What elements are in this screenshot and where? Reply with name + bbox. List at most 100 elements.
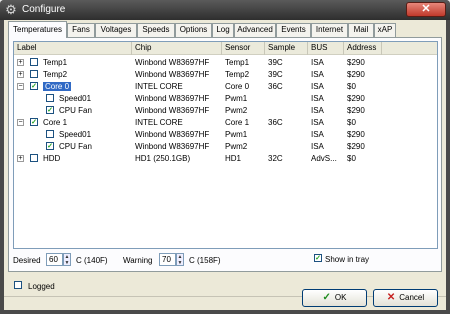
column-header-chip[interactable]: Chip	[132, 42, 222, 55]
table-row[interactable]: Speed01 Winbond W83697HF Pwm1 ISA $290	[14, 93, 437, 104]
cell-sensor: Temp1	[225, 58, 250, 67]
desired-unit: C (140F)	[76, 256, 108, 265]
row-checkbox[interactable]: ✓	[46, 142, 54, 150]
title-bar[interactable]: ⚙ Configure ✕	[0, 0, 450, 20]
gear-icon: ⚙	[5, 2, 17, 17]
row-checkbox[interactable]: ✓	[30, 82, 38, 90]
cell-sample: 36C	[268, 118, 283, 127]
ok-label: OK	[334, 293, 347, 302]
cell-sample: 39C	[268, 58, 283, 67]
sensor-list[interactable]: Label Chip Sensor Sample BUS Address + Te…	[13, 41, 438, 249]
column-header-bus[interactable]: BUS	[308, 42, 344, 55]
window-title: Configure	[22, 4, 66, 15]
desired-input[interactable]: 60	[46, 253, 63, 266]
tab-xap[interactable]: xAP	[374, 23, 396, 37]
row-checkbox[interactable]	[30, 58, 38, 66]
tab-advanced[interactable]: Advanced	[234, 23, 276, 37]
tab-options[interactable]: Options	[175, 23, 212, 37]
cell-address: $290	[347, 70, 365, 79]
cell-bus: ISA	[311, 70, 324, 79]
row-checkbox[interactable]: ✓	[30, 118, 38, 126]
configure-window: ⚙ Configure ✕ Temperatures Fans Voltages…	[0, 0, 450, 314]
cell-chip: INTEL CORE	[135, 118, 183, 127]
checkmark-icon: ✓	[322, 292, 331, 303]
column-header-address[interactable]: Address	[344, 42, 382, 55]
cell-chip: Winbond W83697HF	[135, 106, 210, 115]
table-row[interactable]: ✓ CPU Fan Winbond W83697HF Pwm2 ISA $290	[14, 141, 437, 152]
table-row[interactable]: − ✓ Core 1 INTEL CORE Core 1 36C ISA $0	[14, 117, 437, 128]
close-button[interactable]: ✕	[406, 2, 446, 17]
cell-address: $290	[347, 106, 365, 115]
row-label: CPU Fan	[59, 105, 92, 116]
ok-button[interactable]: ✓ OK	[302, 289, 367, 307]
warning-spinner[interactable]: ▲ ▼	[176, 253, 184, 266]
tab-voltages[interactable]: Voltages	[95, 23, 137, 37]
column-header-sensor[interactable]: Sensor	[222, 42, 265, 55]
table-row[interactable]: + Temp2 Winbond W83697HF Temp2 39C ISA $290	[14, 69, 437, 80]
cell-bus: ISA	[311, 58, 324, 67]
temperatures-panel: Label Chip Sensor Sample BUS Address + Te…	[8, 37, 442, 272]
cell-bus: ISA	[311, 82, 324, 91]
cell-sensor: Pwm1	[225, 94, 248, 103]
collapse-icon[interactable]: −	[17, 119, 24, 126]
cell-chip: Winbond W83697HF	[135, 142, 210, 151]
cell-bus: ISA	[311, 118, 324, 127]
cell-address: $0	[347, 82, 356, 91]
row-label-text: Speed01	[59, 94, 92, 103]
dialog-body: Temperatures Fans Voltages Speeds Option…	[4, 20, 446, 310]
desired-spinner[interactable]: ▲ ▼	[63, 253, 71, 266]
cell-sensor: Temp2	[225, 70, 250, 79]
cell-address: $290	[347, 58, 365, 67]
logged-checkbox[interactable]	[14, 281, 22, 289]
tab-internet[interactable]: Internet	[311, 23, 348, 37]
cell-bus: ISA	[311, 94, 324, 103]
row-checkbox[interactable]: ✓	[46, 106, 54, 114]
row-label-text: Core 1	[43, 118, 68, 127]
tab-events[interactable]: Events	[276, 23, 311, 37]
row-label: Temp1	[43, 57, 67, 68]
cell-sample: 36C	[268, 82, 283, 91]
row-checkbox[interactable]	[30, 70, 38, 78]
warning-label: Warning	[123, 256, 153, 265]
cell-chip: Winbond W83697HF	[135, 130, 210, 139]
cell-address: $290	[347, 130, 365, 139]
table-row[interactable]: + Temp1 Winbond W83697HF Temp1 39C ISA $290	[14, 57, 437, 68]
row-label-text: CPU Fan	[59, 106, 92, 115]
cell-address: $0	[347, 118, 356, 127]
table-row[interactable]: − ✓ Core 0 INTEL CORE Core 0 36C ISA $0	[14, 81, 437, 92]
cell-sensor: Core 0	[225, 82, 250, 91]
row-label: Speed01	[59, 93, 91, 104]
cancel-button[interactable]: ✕ Cancel	[373, 289, 438, 307]
expand-icon[interactable]: +	[17, 59, 24, 66]
tab-temperatures[interactable]: Temperatures	[8, 21, 67, 38]
table-row[interactable]: ✓ CPU Fan Winbond W83697HF Pwm2 ISA $290	[14, 105, 437, 116]
expand-icon[interactable]: +	[17, 71, 24, 78]
cell-sensor: Core 1	[225, 118, 250, 127]
tab-mail[interactable]: Mail	[348, 23, 374, 37]
tab-speeds[interactable]: Speeds	[137, 23, 175, 37]
warning-input[interactable]: 70	[159, 253, 176, 266]
row-label: Core 0	[43, 81, 72, 92]
row-checkbox[interactable]	[30, 154, 38, 162]
row-label-text: Speed01	[59, 130, 92, 139]
cell-sample: 39C	[268, 70, 283, 79]
logged-label: Logged	[28, 282, 55, 291]
table-row[interactable]: + HDD HD1 (250.1GB) HD1 32C AdvS... $0	[14, 153, 437, 164]
cell-bus: AdvS...	[311, 154, 337, 163]
column-header-label[interactable]: Label	[14, 42, 132, 55]
table-row[interactable]: Speed01 Winbond W83697HF Pwm1 ISA $290	[14, 129, 437, 140]
collapse-icon[interactable]: −	[17, 83, 24, 90]
expand-icon[interactable]: +	[17, 155, 24, 162]
cell-chip: HD1 (250.1GB)	[135, 154, 191, 163]
cancel-label: Cancel	[399, 293, 425, 302]
show-in-tray-checkbox[interactable]: ✓	[314, 254, 322, 262]
close-icon: ✕	[421, 3, 431, 15]
row-label-text: Temp2	[43, 70, 68, 79]
cell-chip: Winbond W83697HF	[135, 70, 210, 79]
desired-label: Desired	[13, 256, 41, 265]
row-checkbox[interactable]	[46, 94, 54, 102]
row-checkbox[interactable]	[46, 130, 54, 138]
column-header-sample[interactable]: Sample	[265, 42, 308, 55]
tab-fans[interactable]: Fans	[67, 23, 95, 37]
tab-log[interactable]: Log	[212, 23, 234, 37]
